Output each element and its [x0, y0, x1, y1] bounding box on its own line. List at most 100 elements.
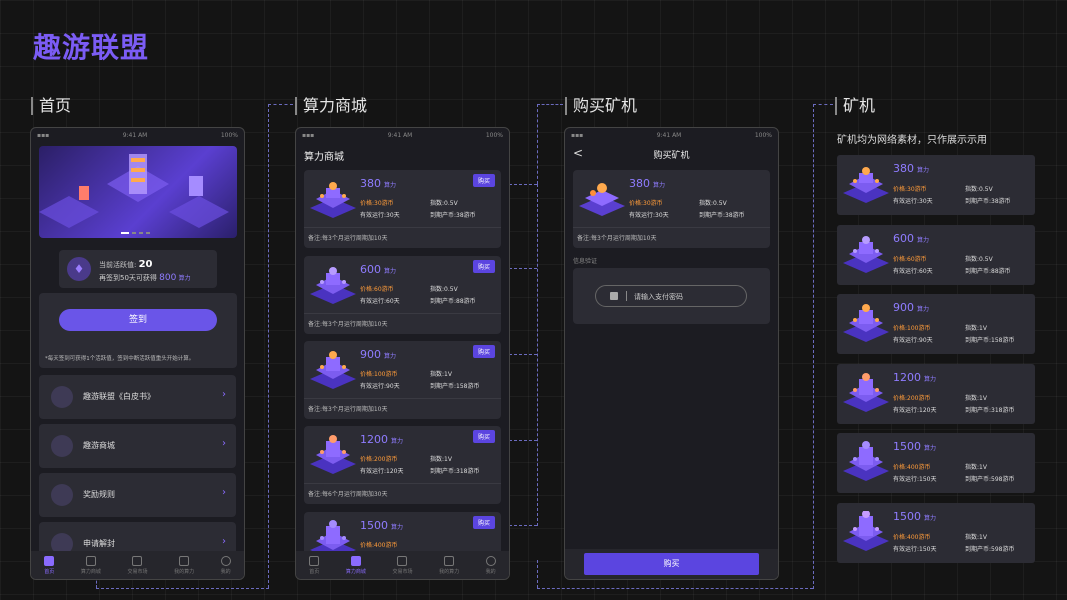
menu-label: 趣游商城: [83, 441, 115, 450]
menu-item-rules[interactable]: 奖励规则 ›: [39, 473, 236, 517]
page-title: 购买矿机: [653, 151, 690, 161]
chevron-right-icon: ›: [222, 438, 226, 449]
miner-index: 指数:1V: [965, 394, 987, 402]
divider: [304, 313, 501, 314]
section-title-store: 算力商城: [295, 97, 367, 115]
miner-price: 价格:400游币: [893, 533, 931, 541]
power-value: 900: [893, 301, 914, 314]
carousel-dots: [121, 232, 150, 234]
miner-spec-card: 380 算力 价格:30游币 有效运行:30天 指数:0.5V 到期产币:38游币: [837, 155, 1035, 215]
status-battery: 100%: [485, 131, 503, 139]
connector: [537, 184, 538, 526]
miner-days: 有效运行:60天: [893, 267, 933, 275]
tab-power[interactable]: 我的算力: [439, 555, 459, 575]
miner-index: 指数:0.5V: [699, 200, 727, 207]
tab-market[interactable]: 交易市场: [392, 555, 412, 575]
status-time: 9:41 AM: [387, 131, 413, 139]
chevron-right-icon: ›: [222, 389, 226, 400]
chevron-right-icon: ›: [222, 536, 226, 547]
verify-panel: 请输入支付密码: [573, 268, 770, 324]
miner-illustration: [843, 304, 889, 342]
power-value: 600: [360, 263, 381, 276]
buy-button[interactable]: 购买: [472, 430, 495, 443]
miner-price: 价格:100游币: [360, 371, 398, 378]
miner-index: 指数:1V: [965, 464, 987, 471]
banner-image[interactable]: [39, 146, 237, 238]
miner-power: 600 算力: [360, 263, 396, 276]
status-bar: ▪▪▪ 9:41 AM 100%: [565, 128, 778, 142]
tab-store[interactable]: 算力商城: [346, 555, 366, 575]
menu-item-store[interactable]: 趣游商城 ›: [39, 424, 236, 468]
signin-reward: 800: [159, 273, 177, 283]
power-value: 1200: [360, 433, 388, 446]
miner-days: 有效运行:90天: [360, 383, 400, 390]
miner-power: 600 算力: [893, 232, 929, 245]
power-value: 1500: [893, 440, 921, 453]
power-value: 900: [360, 348, 381, 361]
miner-index: 指数:1V: [965, 533, 987, 541]
miner-power: 1500 算力: [893, 440, 936, 453]
power-unit: 算力: [924, 514, 937, 522]
tab-mine[interactable]: 我的: [220, 555, 231, 575]
divider: [304, 483, 501, 484]
page-title: 算力商城: [304, 152, 344, 163]
miner-note: 备注:每3个月运行周期加10天: [308, 321, 388, 328]
power-unit: 算力: [391, 524, 404, 531]
tab-bar: 首页 算力商城 交易市场 我的算力 我的: [31, 551, 244, 579]
power-unit: 算力: [924, 375, 937, 383]
store-miner-card: 380 算力 购买 价格:30游币 有效运行:30天 指数:0.5V 到期产币:3…: [304, 170, 501, 248]
miner-yield: 到期产币:88游币: [965, 267, 1011, 275]
divider: [304, 227, 501, 228]
tab-home[interactable]: 首页: [309, 555, 319, 575]
buy-button[interactable]: 购买: [472, 260, 495, 273]
miner-yield: 到期产币:158游币: [965, 337, 1015, 344]
status-battery: 100%: [754, 131, 772, 139]
miner-index: 指数:0.5V: [430, 200, 458, 207]
buy-button[interactable]: 购买: [472, 174, 495, 187]
tab-label: 我的算力: [174, 568, 195, 575]
miner-index: 指数:0.5V: [965, 255, 993, 263]
flame-icon: ♦: [67, 257, 91, 281]
miner-yield: 到期产币:88游币: [430, 298, 476, 305]
miner-index: 指数:1V: [430, 456, 452, 463]
tab-mine[interactable]: 我的: [485, 555, 496, 575]
miner-illustration: [843, 510, 889, 551]
user-icon: [220, 555, 231, 566]
buy-button[interactable]: 购买: [472, 516, 495, 529]
power-unit: 算力: [917, 306, 930, 313]
bottom-bar: 购买: [565, 549, 778, 579]
signin-reward-unit: 算力: [178, 275, 191, 282]
power-unit: 算力: [924, 445, 937, 452]
miner-power: 1500 算力: [360, 519, 403, 532]
miner-price: 价格:30游币: [629, 200, 663, 207]
power-unit: 算力: [384, 268, 397, 275]
menu-item-whitepaper[interactable]: 趣游联盟《白皮书》 ›: [39, 375, 236, 419]
buy-button[interactable]: 购买: [472, 345, 495, 358]
miner-power: 900 算力: [360, 348, 396, 361]
miner-power: 380 算力: [629, 177, 665, 190]
miner-note: 矿机均为网络素材，只作展示示用: [837, 135, 987, 146]
miner-note: 备注:每3个月运行周期加10天: [308, 235, 388, 242]
miner-yield: 到期产币:598游币: [965, 545, 1015, 553]
active-panel: ♦ 当前活跃值: 20 再签到50天可获得 800 算力: [59, 250, 217, 288]
miner-yield: 到期产币:598游币: [965, 476, 1015, 483]
isometric-city-illustration: [39, 154, 229, 228]
tab-label: 我的: [485, 568, 496, 575]
app-logo: 趣游联盟: [33, 31, 150, 64]
power-value: 1500: [893, 509, 921, 523]
password-input[interactable]: 请输入支付密码: [595, 285, 747, 307]
connector: [813, 104, 814, 589]
signin-button[interactable]: 签到: [59, 309, 217, 331]
signal-icon: ▪▪▪: [571, 131, 584, 139]
tab-store[interactable]: 算力商城: [81, 555, 101, 575]
status-battery: 100%: [220, 131, 238, 139]
tab-home[interactable]: 首页: [44, 555, 54, 575]
store-icon: [350, 555, 361, 566]
tab-power[interactable]: 我的算力: [174, 555, 195, 575]
section-title-miner: 矿机: [835, 97, 875, 115]
miner-price: 价格:60游币: [360, 286, 394, 293]
tab-market[interactable]: 交易市场: [127, 555, 147, 575]
buy-button[interactable]: 购买: [584, 553, 759, 575]
miner-yield: 到期产币:318游币: [965, 406, 1015, 414]
connector: [96, 588, 269, 589]
